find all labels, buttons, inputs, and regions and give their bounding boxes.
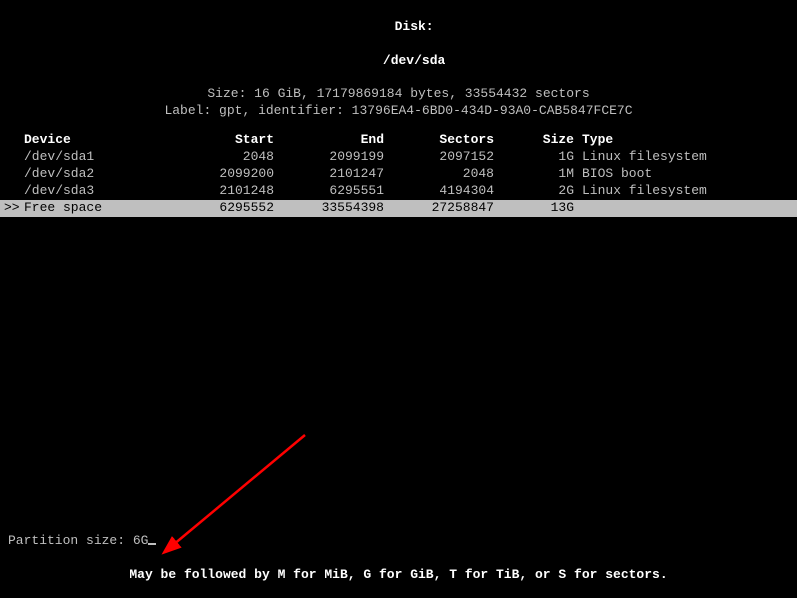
cell-end: 2101247 xyxy=(274,166,384,183)
col-end: End xyxy=(274,132,384,149)
col-start: Start xyxy=(174,132,274,149)
cell-device: /dev/sda3 xyxy=(24,183,174,200)
table-header-row: Device Start End Sectors Size Type xyxy=(0,132,797,149)
disk-path: /dev/sda xyxy=(383,53,445,68)
hint-text: May be followed by M for MiB, G for GiB,… xyxy=(0,567,797,584)
cell-size: 1M xyxy=(494,166,574,183)
cell-end: 6295551 xyxy=(274,183,384,200)
col-type: Type xyxy=(574,132,797,149)
cell-type: BIOS boot xyxy=(574,166,797,183)
cell-sectors: 2097152 xyxy=(384,149,494,166)
table-row-selected[interactable]: >> Free space 6295552 33554398 27258847 … xyxy=(0,200,797,217)
disk-label-line: Label: gpt, identifier: 13796EA4-6BD0-43… xyxy=(0,103,797,120)
disk-size-line: Size: 16 GiB, 17179869184 bytes, 3355443… xyxy=(0,86,797,103)
disk-label: Disk: xyxy=(395,19,434,34)
col-device: Device xyxy=(24,132,174,149)
col-sectors: Sectors xyxy=(384,132,494,149)
cell-device: Free space xyxy=(24,200,174,217)
cell-type: Linux filesystem xyxy=(574,183,797,200)
cell-end: 33554398 xyxy=(274,200,384,217)
prompt-value: 6G xyxy=(133,533,149,548)
cell-sectors: 27258847 xyxy=(384,200,494,217)
cell-size: 13G xyxy=(494,200,574,217)
cell-start: 2099200 xyxy=(174,166,274,183)
partition-table: Device Start End Sectors Size Type /dev/… xyxy=(0,132,797,216)
cell-sectors: 2048 xyxy=(384,166,494,183)
cell-start: 2101248 xyxy=(174,183,274,200)
cell-end: 2099199 xyxy=(274,149,384,166)
cell-start: 2048 xyxy=(174,149,274,166)
annotation-arrow-icon xyxy=(155,430,315,560)
cell-type: Linux filesystem xyxy=(574,149,797,166)
table-row[interactable]: /dev/sda2 2099200 2101247 2048 1M BIOS b… xyxy=(0,166,797,183)
cell-device: /dev/sda2 xyxy=(24,166,174,183)
partition-size-prompt[interactable]: Partition size: 6G xyxy=(8,533,156,550)
table-row[interactable]: /dev/sda1 2048 2099199 2097152 1G Linux … xyxy=(0,149,797,166)
table-row[interactable]: /dev/sda3 2101248 6295551 4194304 2G Lin… xyxy=(0,183,797,200)
text-cursor-icon xyxy=(148,543,156,545)
cell-size: 2G xyxy=(494,183,574,200)
col-size: Size xyxy=(494,132,574,149)
cell-sectors: 4194304 xyxy=(384,183,494,200)
prompt-label: Partition size: xyxy=(8,533,133,548)
cell-type xyxy=(574,200,797,217)
cell-size: 1G xyxy=(494,149,574,166)
selection-marker: >> xyxy=(0,200,24,217)
cell-start: 6295552 xyxy=(174,200,274,217)
cell-device: /dev/sda1 xyxy=(24,149,174,166)
disk-header: Disk: /dev/sda Size: 16 GiB, 17179869184… xyxy=(0,0,797,120)
